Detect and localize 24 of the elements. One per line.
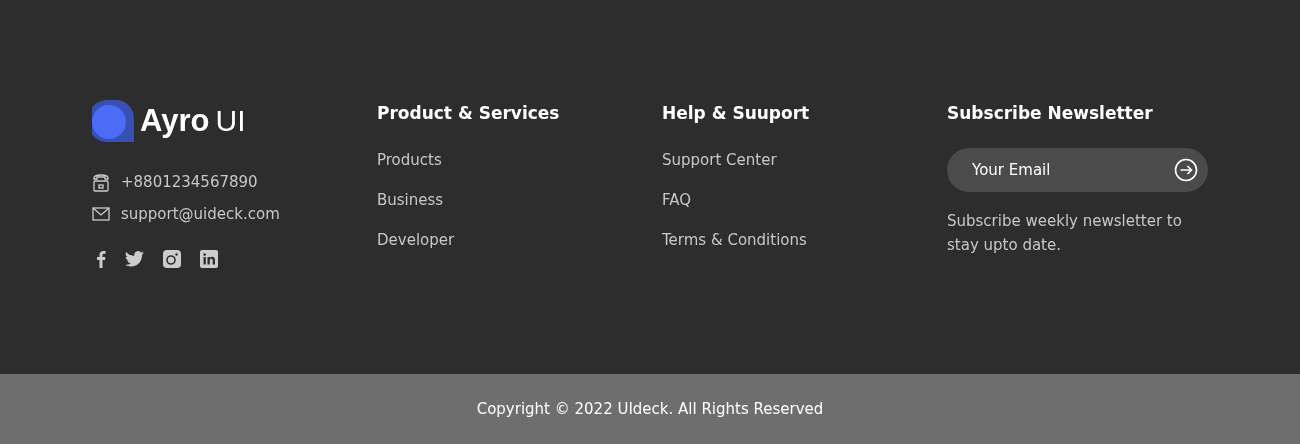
newsletter-title: Subscribe Newsletter xyxy=(947,103,1154,125)
column-title: Help & Suuport xyxy=(662,103,811,125)
column-title: Product & Services xyxy=(377,103,561,125)
brand-suffix: UI xyxy=(215,104,246,138)
copyright-text: Copyright © 2022 UIdeck. All Rights Reserved xyxy=(476,400,824,418)
facebook-icon[interactable] xyxy=(96,250,106,268)
footer-link[interactable]: FAQ xyxy=(662,190,692,210)
footer-link[interactable]: Business xyxy=(377,190,444,210)
footer-link[interactable]: Support Center xyxy=(662,150,777,170)
phone-icon xyxy=(92,172,110,192)
arrow-right-icon[interactable] xyxy=(1174,158,1198,182)
footer-link[interactable]: Terms & Conditions xyxy=(662,230,807,250)
email-field[interactable]: Your Email xyxy=(947,148,1208,192)
email-icon xyxy=(92,207,110,221)
instagram-icon[interactable] xyxy=(163,250,181,268)
logo-icon xyxy=(92,100,134,142)
footer-link[interactable]: Developer xyxy=(377,230,455,250)
linkedin-icon[interactable] xyxy=(200,250,218,268)
newsletter-note: Subscribe weekly newsletter to stay upto date. xyxy=(947,211,1183,256)
email-link[interactable]: support@uideck.com xyxy=(121,205,280,223)
brand-name: Ayro xyxy=(140,103,210,139)
footer-link[interactable]: Products xyxy=(377,150,442,170)
phone-link[interactable]: +8801234567890 xyxy=(121,173,258,191)
twitter-icon[interactable] xyxy=(125,251,144,267)
